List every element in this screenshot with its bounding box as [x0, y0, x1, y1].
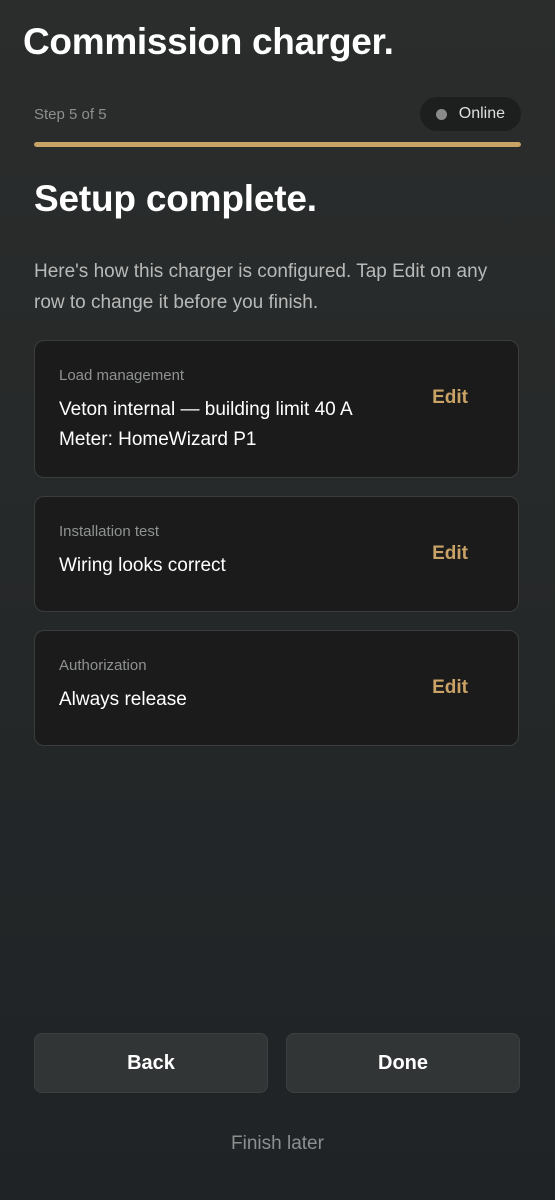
- status-dot-icon: [435, 108, 447, 120]
- finish-later-link[interactable]: Finish later: [0, 1133, 555, 1155]
- edit-load-management-button[interactable]: Edit: [432, 387, 468, 409]
- edit-installation-test-button[interactable]: Edit: [432, 543, 468, 565]
- card-value-line: Meter: HomeWizard P1: [59, 429, 257, 450]
- summary-card-installation-test: Installation test Wiring looks correct E…: [34, 496, 519, 612]
- status-badge: Online: [419, 97, 521, 131]
- card-value-line: Veton internal — building limit 40 A: [59, 399, 353, 420]
- progress-bar: [34, 142, 521, 147]
- step-indicator: Step 5 of 5: [34, 105, 107, 123]
- card-label: Installation test: [59, 523, 160, 540]
- step-header: Step 5 of 5 Online: [34, 96, 521, 132]
- progress-bar-fill: [34, 142, 521, 147]
- summary-card-load-management: Load management Veton internal — buildin…: [34, 340, 519, 478]
- card-value-line: Wiring looks correct: [59, 555, 226, 576]
- card-label: Load management: [59, 367, 185, 384]
- done-button[interactable]: Done: [286, 1033, 520, 1093]
- edit-authorization-button[interactable]: Edit: [432, 677, 468, 699]
- card-label: Authorization: [59, 657, 147, 674]
- summary-card-authorization: Authorization Always release Edit: [34, 630, 519, 746]
- status-label: Online: [458, 105, 505, 122]
- page-title: Commission charger.: [23, 21, 394, 62]
- back-button[interactable]: Back: [34, 1033, 268, 1093]
- intro-text: Here's how this charger is configured. T…: [34, 261, 488, 313]
- section-title: Setup complete.: [34, 178, 317, 219]
- card-value-line: Always release: [59, 689, 187, 710]
